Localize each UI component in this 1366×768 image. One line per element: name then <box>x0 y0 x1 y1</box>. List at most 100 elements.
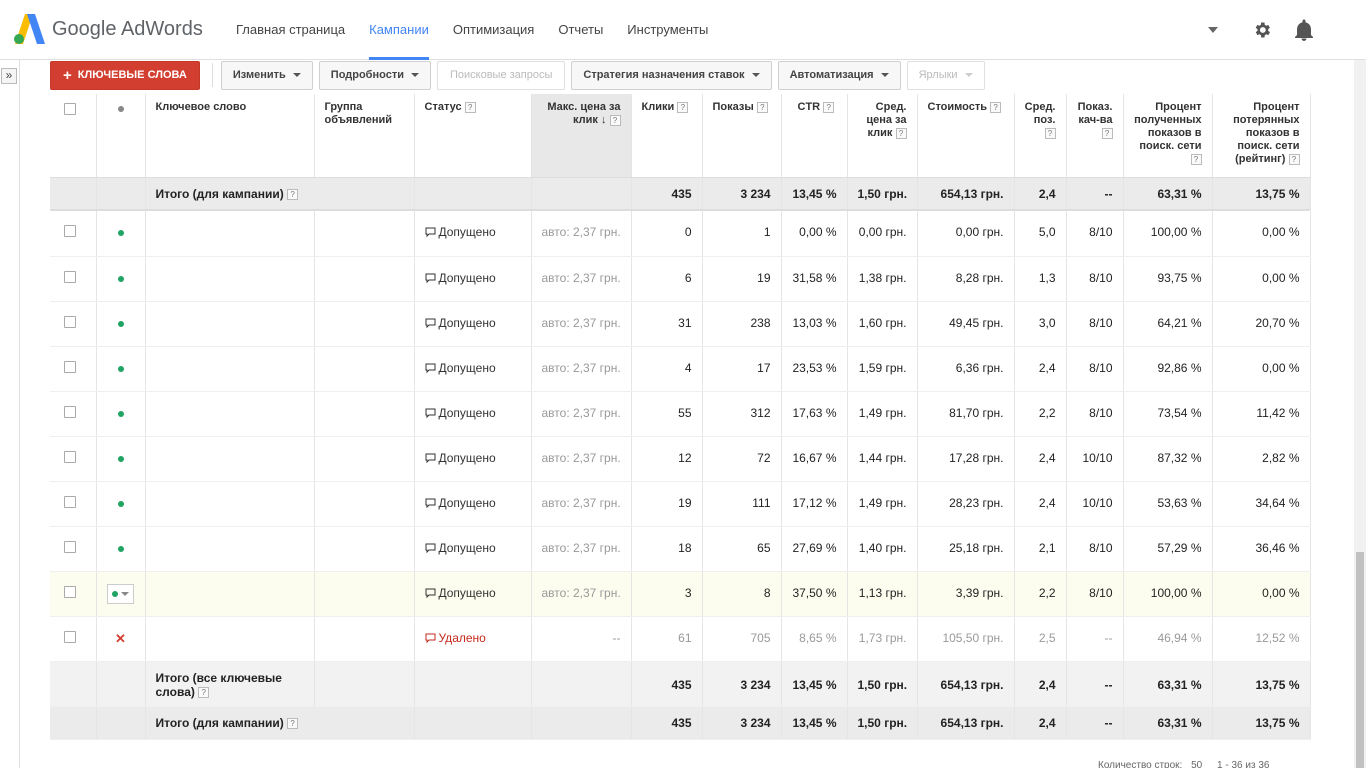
keyword-cell[interactable] <box>145 211 315 257</box>
max-cpc-cell[interactable]: авто: 2,37 грн. <box>531 301 632 347</box>
status-cell[interactable]: Допущено <box>414 571 532 617</box>
col-avg-pos[interactable]: Сред. поз. ? <box>1014 94 1067 178</box>
status-cell[interactable]: Допущено <box>414 391 532 437</box>
help-icon[interactable]: ? <box>823 101 835 113</box>
row-checkbox[interactable] <box>64 540 76 553</box>
status-cell[interactable]: Допущено <box>414 346 532 392</box>
help-icon[interactable]: ? <box>287 188 299 200</box>
col-avg-cpc[interactable]: Сред. цена за клик ? <box>847 94 918 178</box>
status-cell[interactable]: Допущено <box>414 481 532 527</box>
scrollbar-thumb[interactable] <box>1356 552 1364 768</box>
keyword-cell[interactable] <box>145 391 315 437</box>
keyword-cell[interactable] <box>145 481 315 527</box>
status-cell[interactable]: Допущено <box>414 211 532 257</box>
status-cell[interactable]: Допущено <box>414 436 532 482</box>
table-row[interactable]: Допущено авто: 2,37 грн. 19 111 17,12 % 1,49 … <box>50 481 1311 527</box>
table-row[interactable]: Допущено авто: 2,37 грн. 6 19 31,58 % 1,38 гр… <box>50 256 1311 302</box>
col-max-cpc[interactable]: Макс. цена за клик ↓ ? <box>531 94 632 178</box>
row-checkbox[interactable] <box>64 405 76 418</box>
help-icon[interactable]: ? <box>1190 153 1202 165</box>
table-row[interactable]: Допущено авто: 2,37 грн. 18 65 27,69 % 1,40 г… <box>50 526 1311 572</box>
col-keyword[interactable]: Ключевое слово <box>145 94 315 178</box>
table-row[interactable]: Допущено авто: 2,37 грн. 12 72 16,67 % 1,44 г… <box>50 436 1311 482</box>
row-checkbox[interactable] <box>64 225 76 237</box>
table-row[interactable]: Допущено авто: 2,37 грн. 4 17 23,53 % 1,59 гр… <box>50 346 1311 392</box>
row-checkbox[interactable] <box>64 360 76 373</box>
table-row[interactable]: Допущено авто: 2,37 грн. 3 8 37,50 % 1,13 грн… <box>50 571 1311 617</box>
nav-tools[interactable]: Инструменты <box>627 0 708 60</box>
status-dropdown[interactable] <box>107 583 134 604</box>
nav-home[interactable]: Главная страница <box>236 0 345 60</box>
bid-strategy-dropdown[interactable]: Стратегия назначения ставок <box>571 60 772 90</box>
col-cost[interactable]: Стоимость ? <box>917 94 1015 178</box>
row-checkbox[interactable] <box>64 585 76 598</box>
ad-group-cell[interactable] <box>314 481 415 527</box>
col-status[interactable]: Статус ? <box>414 94 532 178</box>
col-imp-share[interactable]: Процент полученных показов в поиск. сети… <box>1123 94 1213 178</box>
row-checkbox[interactable] <box>64 450 76 463</box>
col-quality[interactable]: Показ. кач-ва ? <box>1066 94 1124 178</box>
automate-dropdown[interactable]: Автоматизация <box>777 60 901 90</box>
enabled-dot-icon[interactable] <box>117 275 124 282</box>
col-ad-group[interactable]: Группа объявлений <box>314 94 415 178</box>
max-cpc-cell[interactable]: авто: 2,37 грн. <box>531 436 632 482</box>
enabled-header[interactable] <box>96 94 146 178</box>
ad-group-cell[interactable] <box>314 526 415 572</box>
ad-group-cell[interactable] <box>314 616 415 662</box>
nav-reports[interactable]: Отчеты <box>558 0 603 60</box>
help-icon[interactable]: ? <box>464 101 476 113</box>
col-impressions[interactable]: Показы ? <box>702 94 782 178</box>
col-ctr[interactable]: CTR ? <box>781 94 848 178</box>
ad-group-cell[interactable] <box>314 256 415 302</box>
enabled-dot-icon[interactable] <box>117 320 124 327</box>
help-icon[interactable]: ? <box>287 717 299 729</box>
account-dropdown-icon[interactable] <box>1208 27 1218 33</box>
help-icon[interactable]: ? <box>609 114 621 126</box>
table-row[interactable]: Допущено авто: 2,37 грн. 55 312 17,63 % 1,49 … <box>50 391 1311 437</box>
keyword-cell[interactable] <box>145 616 315 662</box>
help-icon[interactable]: ? <box>1044 127 1056 139</box>
keyword-cell[interactable] <box>145 571 315 617</box>
table-row[interactable]: Допущено авто: 2,37 грн. 31 238 13,03 % 1,60 … <box>50 301 1311 347</box>
nav-campaigns[interactable]: Кампании <box>369 0 429 60</box>
help-icon[interactable]: ? <box>677 101 689 113</box>
table-row[interactable]: Допущено авто: 2,37 грн. 0 1 0,00 % 0,00 грн.… <box>50 211 1311 257</box>
keyword-cell[interactable] <box>145 301 315 347</box>
max-cpc-cell[interactable]: авто: 2,37 грн. <box>531 346 632 392</box>
max-cpc-cell[interactable]: авто: 2,37 грн. <box>531 256 632 302</box>
status-cell[interactable]: Удалено <box>414 616 532 662</box>
table-row[interactable]: ✕ Удалено -- 61 705 8,65 % 1,73 грн. 105,50 грн… <box>50 616 1311 662</box>
help-icon[interactable]: ? <box>1101 127 1113 139</box>
row-checkbox[interactable] <box>64 270 76 283</box>
max-cpc-cell[interactable]: авто: 2,37 грн. <box>531 481 632 527</box>
ad-group-cell[interactable] <box>314 211 415 257</box>
max-cpc-cell[interactable]: авто: 2,37 грн. <box>531 391 632 437</box>
adwords-logo[interactable]: Google AdWords <box>14 14 203 44</box>
enabled-dot-icon[interactable] <box>117 500 124 507</box>
row-checkbox[interactable] <box>64 315 76 328</box>
col-clicks[interactable]: Клики ? <box>631 94 703 178</box>
help-icon[interactable]: ? <box>990 101 1002 113</box>
status-cell[interactable]: Допущено <box>414 526 532 572</box>
ad-group-cell[interactable] <box>314 301 415 347</box>
keyword-cell[interactable] <box>145 526 315 572</box>
row-checkbox[interactable] <box>64 630 76 643</box>
max-cpc-cell[interactable]: авто: 2,37 грн. <box>531 211 632 257</box>
gear-icon[interactable] <box>1250 18 1274 42</box>
rows-per-page-select[interactable]: 50 <box>1191 760 1203 768</box>
max-cpc-cell[interactable]: авто: 2,37 грн. <box>531 526 632 572</box>
ad-group-cell[interactable] <box>314 436 415 482</box>
enabled-dot-icon[interactable] <box>117 545 124 552</box>
help-icon[interactable]: ? <box>895 127 907 139</box>
keyword-cell[interactable] <box>145 346 315 392</box>
labels-dropdown[interactable]: Ярлыки <box>906 60 985 90</box>
col-lost-imp-share[interactable]: Процент потерянных показов в поиск. сети… <box>1212 94 1311 178</box>
keyword-cell[interactable] <box>145 256 315 302</box>
ad-group-cell[interactable] <box>314 391 415 437</box>
expand-side-panel-button[interactable]: » <box>1 68 17 84</box>
nav-optimization[interactable]: Оптимизация <box>453 0 535 60</box>
add-keywords-button[interactable]: + КЛЮЧЕВЫЕ СЛОВА <box>50 60 200 90</box>
select-all-checkbox[interactable] <box>64 103 76 115</box>
max-cpc-cell[interactable]: авто: 2,37 грн. <box>531 571 632 617</box>
enabled-dot-icon[interactable] <box>117 365 124 372</box>
